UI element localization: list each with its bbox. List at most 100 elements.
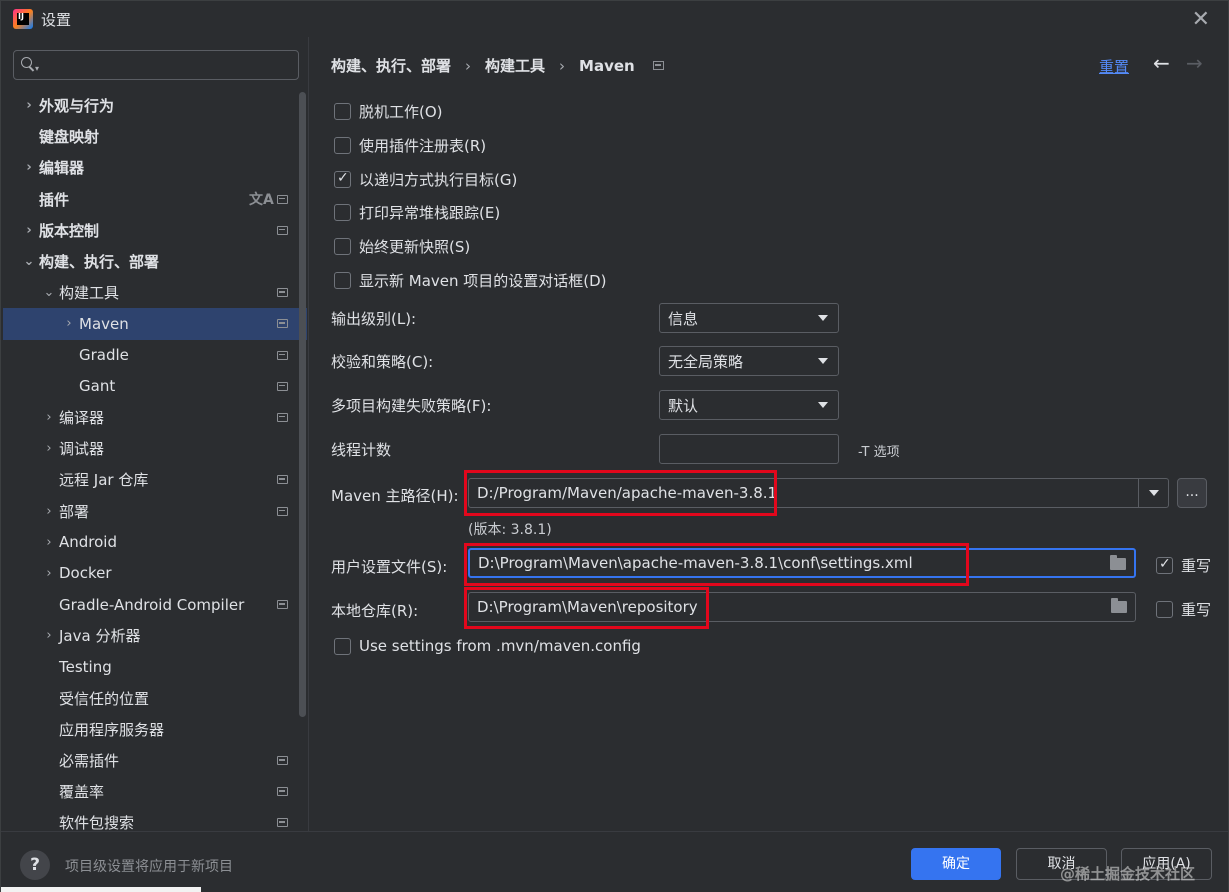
sidebar-item[interactable]: Gradle-Android Compiler	[3, 589, 307, 620]
sidebar-item[interactable]: 键盘映射	[3, 121, 307, 152]
chevron-down-icon[interactable]: ⌄	[41, 285, 57, 300]
sidebar-item-label: 远程 Jar 仓库	[59, 471, 149, 490]
browse-button[interactable]: ...	[1177, 478, 1207, 508]
chevron-right-icon[interactable]: ›	[41, 410, 57, 425]
project-scope-icon	[277, 787, 288, 797]
ok-button[interactable]: 确定	[911, 848, 1001, 880]
local-repo-override[interactable]: 重写	[1156, 599, 1211, 620]
option-checkbox-label: 以递归方式执行目标(G)	[359, 171, 518, 189]
user-settings-field[interactable]: D:\Program\Maven\apache-maven-3.8.1\conf…	[468, 548, 1136, 578]
sidebar-item[interactable]: › Android	[3, 527, 307, 558]
mvn-config-label: Use settings from .mvn/maven.config	[359, 637, 641, 655]
settings-sidebar: ▾ › 外观与行为 键盘映射 › 编辑器 插件 文A › 版本控制 ⌄ 构建、执行、部署 ⌄ 构建工具 ›…	[3, 37, 309, 831]
project-scope-icon	[277, 319, 288, 329]
mvn-config-checkbox[interactable]	[334, 637, 351, 655]
sidebar-item[interactable]: Testing	[3, 651, 307, 682]
thread-count-hint: -T 选项	[858, 445, 900, 460]
option-checkbox[interactable]	[334, 272, 351, 289]
option-checkbox[interactable]	[334, 204, 351, 221]
sidebar-item[interactable]: ⌄ 构建、执行、部署	[3, 246, 307, 277]
override-checkbox[interactable]	[1156, 601, 1173, 618]
sidebar-item[interactable]: › 编辑器	[3, 152, 307, 183]
project-scope-icon	[277, 288, 288, 298]
option-checkbox-label: 显示新 Maven 项目的设置对话框(D)	[359, 272, 607, 290]
settings-dialog: IJ 设置 ✕ ▾ › 外观与行为 键盘映射 › 编辑器 插件 文A › 版本控制 ⌄ 构建、执行、…	[0, 0, 1229, 892]
output-level-select[interactable]: 信息	[659, 303, 839, 333]
sidebar-item[interactable]: › 版本控制	[3, 215, 307, 246]
chevron-right-icon[interactable]: ›	[41, 441, 57, 456]
sidebar-item[interactable]: ⌄ 构建工具	[3, 277, 307, 308]
chevron-right-icon[interactable]: ›	[21, 160, 37, 175]
checksum-policy-select[interactable]: 无全局策略	[659, 346, 839, 376]
chevron-right-icon[interactable]: ›	[41, 566, 57, 581]
mvn-config-checkbox-row[interactable]: Use settings from .mvn/maven.config	[334, 637, 641, 655]
sidebar-item[interactable]: 应用程序服务器	[3, 714, 307, 745]
sidebar-item[interactable]: 软件包搜索	[3, 807, 307, 831]
chevron-right-icon[interactable]: ›	[41, 504, 57, 519]
sidebar-item[interactable]: › 调试器	[3, 433, 307, 464]
sidebar-item[interactable]: 受信任的位置	[3, 683, 307, 714]
sidebar-item[interactable]: › 部署	[3, 495, 307, 526]
thread-count-input[interactable]	[659, 434, 839, 464]
option-checkbox[interactable]	[334, 137, 351, 154]
sidebar-item-label: 软件包搜索	[59, 814, 135, 831]
project-scope-icon	[277, 756, 288, 766]
help-button[interactable]: ?	[20, 850, 50, 880]
folder-icon[interactable]	[1111, 598, 1127, 613]
option-checkbox-label: 脱机工作(O)	[359, 103, 443, 121]
option-checkbox[interactable]	[334, 170, 351, 188]
dropdown-arrow-icon[interactable]	[1138, 479, 1168, 507]
sidebar-item[interactable]: › Docker	[3, 558, 307, 589]
sidebar-item-label: 编译器	[59, 408, 105, 427]
local-repo-field[interactable]: D:\Program\Maven\repository	[468, 592, 1136, 622]
option-checkbox-row[interactable]: 脱机工作(O)	[334, 101, 443, 122]
breadcrumb-item[interactable]: 构建工具	[485, 55, 545, 76]
sidebar-item-label: 必需插件	[59, 752, 120, 771]
option-checkbox[interactable]	[334, 103, 351, 120]
sidebar-item[interactable]: 远程 Jar 仓库	[3, 464, 307, 495]
forward-arrow-icon[interactable]: →	[1186, 51, 1203, 75]
sidebar-item[interactable]: Gant	[3, 371, 307, 402]
option-checkbox-row[interactable]: 始终更新快照(S)	[334, 236, 470, 257]
sidebar-item-label: 调试器	[59, 440, 105, 459]
sidebar-item-label: 外观与行为	[39, 97, 115, 116]
sidebar-item[interactable]: Gradle	[3, 340, 307, 371]
chevron-right-icon[interactable]: ›	[41, 535, 57, 550]
sidebar-item[interactable]: 必需插件	[3, 745, 307, 776]
chevron-down-icon[interactable]: ⌄	[21, 254, 37, 269]
sidebar-item-label: 构建工具	[59, 284, 120, 303]
sidebar-item[interactable]: 插件 文A	[3, 184, 307, 215]
sidebar-item[interactable]: 覆盖率	[3, 776, 307, 807]
sidebar-item[interactable]: › Java 分析器	[3, 620, 307, 651]
back-arrow-icon[interactable]: ←	[1153, 51, 1170, 75]
chevron-right-icon[interactable]: ›	[61, 316, 77, 331]
folder-icon[interactable]	[1110, 555, 1126, 570]
sidebar-scrollbar[interactable]	[299, 92, 306, 717]
option-checkbox-row[interactable]: 使用插件注册表(R)	[334, 135, 486, 156]
option-checkbox-row[interactable]: 显示新 Maven 项目的设置对话框(D)	[334, 270, 607, 291]
sidebar-item[interactable]: › Maven	[3, 308, 307, 340]
local-repo-value: D:\Program\Maven\repository	[477, 598, 698, 616]
chevron-right-icon[interactable]: ›	[21, 223, 37, 238]
search-input[interactable]: ▾	[13, 50, 299, 80]
user-settings-value: D:\Program\Maven\apache-maven-3.8.1\conf…	[478, 554, 913, 572]
option-checkbox-row[interactable]: 以递归方式执行目标(G)	[334, 169, 517, 190]
override-checkbox[interactable]	[1156, 556, 1173, 574]
multiproject-fail-value: 默认	[668, 396, 699, 415]
close-icon[interactable]: ✕	[1192, 7, 1210, 32]
option-checkbox-label: 始终更新快照(S)	[359, 238, 471, 256]
chevron-right-icon[interactable]: ›	[41, 628, 57, 643]
breadcrumb-item[interactable]: 构建、执行、部署	[331, 55, 451, 76]
breadcrumb-separator: ›	[559, 56, 566, 75]
user-settings-override[interactable]: 重写	[1156, 555, 1211, 576]
maven-home-combo[interactable]: D:/Program/Maven/apache-maven-3.8.1	[468, 478, 1169, 508]
option-checkbox[interactable]	[334, 238, 351, 255]
footer-note: 项目级设置将应用于新项目	[65, 859, 233, 875]
sidebar-item[interactable]: › 编译器	[3, 402, 307, 433]
sidebar-item[interactable]: › 外观与行为	[3, 90, 307, 121]
multiproject-fail-select[interactable]: 默认	[659, 390, 839, 420]
sidebar-item-label: Docker	[59, 564, 112, 583]
reset-link[interactable]: 重置	[1099, 56, 1129, 77]
option-checkbox-row[interactable]: 打印异常堆栈跟踪(E)	[334, 202, 500, 223]
chevron-right-icon[interactable]: ›	[21, 98, 37, 113]
